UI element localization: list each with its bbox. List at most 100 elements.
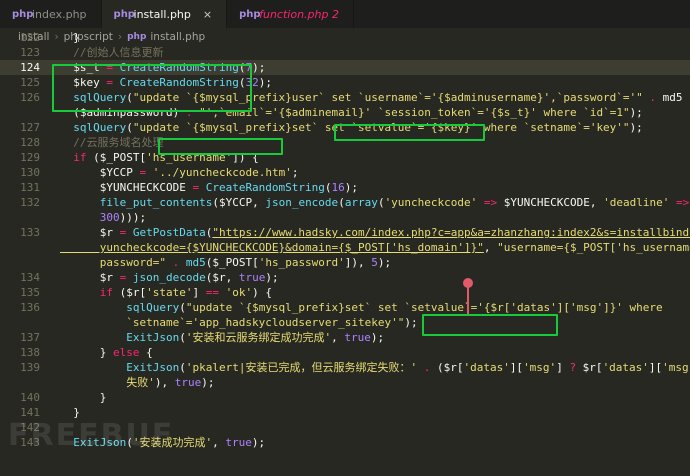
line-number: 133 — [20, 226, 40, 239]
close-icon[interactable]: × — [203, 8, 212, 21]
code-token: ( — [338, 196, 345, 209]
code-token: CreateRandomString — [205, 181, 325, 194]
code-token: ( — [377, 196, 385, 209]
code-token: "update `{$mysql_prefix}set` set `setval… — [185, 301, 663, 314]
tab-index-php[interactable]: php index.php — [0, 0, 102, 28]
code-text: } else { — [60, 345, 153, 360]
code-line[interactable]: 129 if ($_POST['hs_username']) { — [0, 150, 690, 165]
code-line[interactable]: 122 } — [0, 30, 690, 45]
code-token: ); — [629, 106, 643, 119]
code-token: { — [139, 346, 153, 359]
code-token: ); — [251, 436, 266, 449]
code-text: $r = json_decode($r, true); — [60, 270, 279, 285]
code-token: } — [60, 391, 107, 404]
code-text: password=" . md5($_POST['hs_password']),… — [60, 255, 391, 270]
code-line[interactable]: 137 ExitJson('安装和云服务绑定成功完成', true); — [0, 330, 690, 345]
code-token: 'yuncheckcode' — [384, 196, 478, 209]
code-token: ); — [265, 271, 279, 284]
code-token: ( — [179, 301, 186, 314]
code-line[interactable]: 失败'), true); — [0, 375, 690, 390]
code-token: ($_POST[ — [86, 151, 147, 164]
code-token: if — [99, 286, 113, 299]
code-line[interactable]: 132 file_put_contents($YCCP, json_encode… — [0, 195, 690, 210]
code-token: ($r[ — [113, 286, 147, 299]
code-line[interactable]: 131 $YUNCHECKCODE = CreateRandomString(1… — [0, 180, 690, 195]
code-token: ] — [556, 361, 570, 374]
code-token: ($_POST[ — [205, 256, 259, 269]
code-line[interactable]: 130 $YCCP = '../yuncheckcode.htm'; — [0, 165, 690, 180]
code-line[interactable]: 136 sqlQuery("update `{$mysql_prefix}set… — [0, 300, 690, 315]
code-text: //创始人信息更新 — [60, 45, 163, 60]
code-line[interactable]: 140 } — [0, 390, 690, 405]
code-line[interactable]: 123 //创始人信息更新 — [0, 45, 690, 60]
code-line[interactable]: 139 ExitJson('pkalert|安装已完成，但云服务绑定失败：' .… — [0, 360, 690, 375]
code-token: //云服务域名处理 — [60, 136, 164, 149]
code-token: 'deadline' — [603, 196, 670, 209]
code-token: $r — [60, 226, 120, 239]
code-token: ( — [126, 121, 133, 134]
tab-function-php-2[interactable]: php function.php 2 — [227, 0, 354, 28]
code-line[interactable]: password=" . md5($_POST['hs_password']),… — [0, 255, 690, 270]
code-token: ); — [404, 316, 418, 329]
code-line[interactable]: 135 if ($r['state'] == 'ok') { — [0, 285, 690, 300]
code-token: "https://www.hadsky.com/index.php?c=app&… — [212, 226, 690, 239]
code-line[interactable]: 300))); — [0, 210, 690, 225]
code-token: ExitJson — [126, 361, 180, 374]
code-token: yuncheckcode={$YUNCHECKCODE}&domain={$_P… — [60, 241, 484, 254]
code-text: //云服务域名处理 — [60, 135, 164, 150]
code-token: `setname`='app_hadskycloudserver_sitekey… — [60, 316, 405, 329]
code-token: ($YCCP, — [212, 196, 266, 209]
highlight-box-random-strings — [52, 64, 252, 112]
code-token: sqlQuery — [73, 121, 127, 134]
code-token: json_encode — [265, 196, 339, 209]
code-line[interactable]: 134 $r = json_decode($r, true); — [0, 270, 690, 285]
code-line[interactable]: yuncheckcode={$YUNCHECKCODE}&domain={$_P… — [0, 240, 690, 255]
line-number: 130 — [20, 166, 40, 179]
code-line[interactable]: 138 } else { — [0, 345, 690, 360]
code-token: '../yuncheckcode.htm' — [152, 166, 292, 179]
code-token: , — [331, 331, 345, 344]
code-token: ); — [201, 376, 215, 389]
code-token: ($r[ — [430, 361, 464, 374]
code-token: ); — [258, 76, 272, 89]
php-file-icon: php — [239, 8, 261, 20]
code-token: array — [344, 196, 378, 209]
code-token: json_decode — [132, 271, 206, 284]
line-number: 128 — [20, 136, 40, 149]
code-token: true — [174, 376, 202, 389]
code-line[interactable]: `setname`='app_hadskycloudserver_sitekey… — [0, 315, 690, 330]
code-text: yuncheckcode={$YUNCHECKCODE}&domain={$_P… — [60, 240, 690, 255]
php-file-icon: php — [113, 8, 135, 20]
php-file-icon: php — [12, 8, 34, 20]
line-number: 124 — [20, 61, 40, 74]
code-token: == — [205, 286, 219, 299]
code-token: $YUNCHECKCODE — [60, 181, 193, 194]
code-text: if ($r['state'] == 'ok') { — [60, 285, 272, 300]
highlight-box-datas-msg — [422, 314, 558, 336]
code-token: password=" — [60, 256, 166, 269]
line-number: 125 — [20, 76, 40, 89]
code-token: 'hs_password' — [258, 256, 345, 269]
code-text: $r = GetPostData("https://www.hadsky.com… — [60, 225, 690, 240]
code-token: ]), — [344, 256, 372, 269]
line-number: 140 — [20, 391, 40, 404]
tab-install-php[interactable]: php install.php × — [101, 0, 228, 28]
code-token: md5 — [185, 256, 206, 269]
code-token: => — [675, 196, 690, 209]
line-number: 123 — [20, 46, 40, 59]
line-number: 127 — [20, 121, 40, 134]
code-line[interactable]: 133 $r = GetPostData("https://www.hadsky… — [0, 225, 690, 240]
code-token: '安装和云服务绑定成功完成' — [185, 331, 332, 344]
code-token: 'datas' — [463, 361, 510, 374]
code-token: md5 — [656, 91, 683, 104]
annotation-connector-line — [467, 282, 469, 314]
code-token: ($r, — [205, 271, 239, 284]
line-number: 126 — [20, 91, 40, 104]
code-token: true — [238, 271, 266, 284]
